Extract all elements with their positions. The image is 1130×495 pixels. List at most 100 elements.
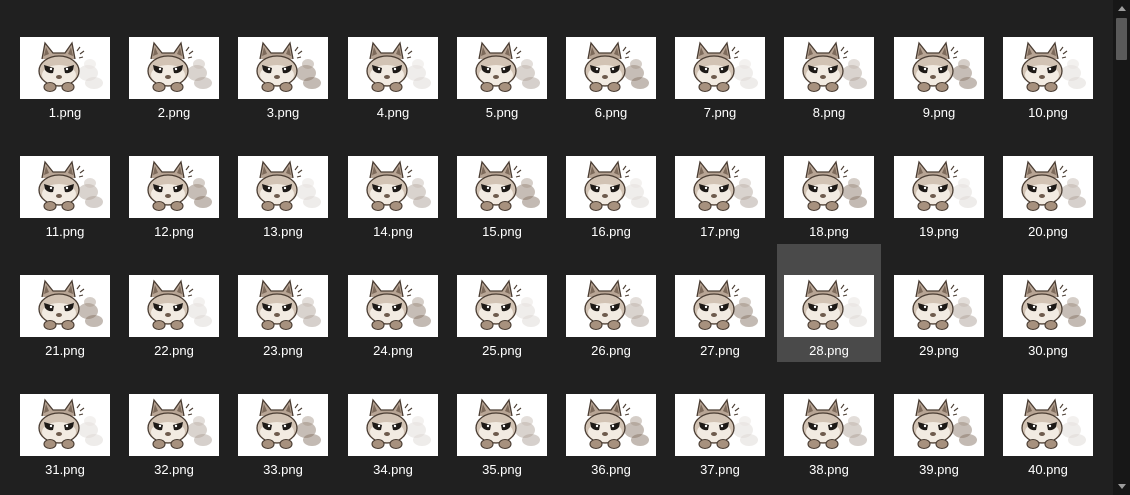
file-thumbnail[interactable] [675,37,765,99]
file-thumbnail[interactable] [20,156,110,218]
file-tile[interactable]: 25.png [450,244,554,362]
file-tile[interactable]: 10.png [996,6,1100,124]
scroll-up-arrow-icon[interactable] [1113,0,1130,17]
file-tile[interactable]: 34.png [341,363,445,481]
cat-sticker-icon [129,394,219,456]
file-tile[interactable]: 20.png [996,125,1100,243]
file-tile[interactable]: 38.png [777,363,881,481]
file-tile[interactable]: 39.png [887,363,991,481]
file-thumbnail[interactable] [238,394,328,456]
file-thumbnail[interactable] [348,275,438,337]
cat-sticker-icon [348,275,438,337]
cat-sticker-icon [566,156,656,218]
file-tile[interactable]: 23.png [231,244,335,362]
file-thumbnail[interactable] [675,394,765,456]
file-tile[interactable]: 40.png [996,363,1100,481]
file-tile[interactable]: 35.png [450,363,554,481]
file-thumbnail[interactable] [20,394,110,456]
file-thumbnail[interactable] [894,156,984,218]
file-thumbnail[interactable] [566,37,656,99]
file-thumbnail[interactable] [1003,394,1093,456]
file-thumbnail[interactable] [566,394,656,456]
file-tile[interactable]: 31.png [13,363,117,481]
file-thumbnail[interactable] [1003,37,1093,99]
file-thumbnail[interactable] [129,156,219,218]
file-thumbnail[interactable] [784,37,874,99]
file-thumbnail[interactable] [20,37,110,99]
file-thumbnail[interactable] [348,37,438,99]
cat-sticker-icon [784,156,874,218]
file-thumbnail[interactable] [566,275,656,337]
file-tile[interactable]: 12.png [122,125,226,243]
file-tile[interactable]: 3.png [231,6,335,124]
file-tile[interactable]: 7.png [668,6,772,124]
file-tile[interactable]: 22.png [122,244,226,362]
file-thumbnail[interactable] [457,394,547,456]
file-thumbnail[interactable] [348,156,438,218]
file-tile[interactable]: 27.png [668,244,772,362]
file-thumbnail[interactable] [784,394,874,456]
file-thumbnail[interactable] [20,275,110,337]
file-name-label: 27.png [700,343,740,358]
file-thumbnail[interactable] [238,275,328,337]
file-thumbnail[interactable] [457,275,547,337]
file-thumbnail[interactable] [129,37,219,99]
file-tile[interactable]: 14.png [341,125,445,243]
file-thumbnail[interactable] [1003,275,1093,337]
file-thumbnail[interactable] [129,394,219,456]
vertical-scrollbar[interactable] [1113,0,1130,495]
file-tile[interactable]: 8.png [777,6,881,124]
file-tile[interactable]: 9.png [887,6,991,124]
file-tile[interactable]: 29.png [887,244,991,362]
file-thumbnail[interactable] [894,37,984,99]
file-name-label: 2.png [157,105,191,120]
file-tile[interactable]: 17.png [668,125,772,243]
file-thumbnail[interactable] [894,394,984,456]
file-tile[interactable]: 26.png [559,244,663,362]
cat-sticker-icon [675,37,765,99]
file-name-label: 7.png [703,105,737,120]
scroll-down-arrow-icon[interactable] [1113,478,1130,495]
file-thumbnail[interactable] [784,156,874,218]
file-name-label: 17.png [700,224,740,239]
file-thumbnail[interactable] [784,275,874,337]
file-tile[interactable]: 19.png [887,125,991,243]
file-thumbnail[interactable] [675,156,765,218]
file-tile[interactable]: 24.png [341,244,445,362]
file-tile[interactable]: 6.png [559,6,663,124]
file-thumbnail[interactable] [1003,156,1093,218]
file-name-label: 34.png [373,462,413,477]
file-tile[interactable]: 30.png [996,244,1100,362]
file-tile[interactable]: 2.png [122,6,226,124]
file-thumbnail[interactable] [457,156,547,218]
file-tile[interactable]: 36.png [559,363,663,481]
file-tile[interactable]: 4.png [341,6,445,124]
file-tile[interactable]: 33.png [231,363,335,481]
file-tile[interactable]: 18.png [777,125,881,243]
file-tile[interactable]: 32.png [122,363,226,481]
file-tile[interactable]: 37.png [668,363,772,481]
file-thumbnail[interactable] [675,275,765,337]
cat-sticker-icon [894,156,984,218]
file-tile[interactable]: 5.png [450,6,554,124]
file-name-label: 8.png [812,105,846,120]
file-thumbnail[interactable] [566,156,656,218]
file-thumbnail[interactable] [348,394,438,456]
file-thumbnail[interactable] [238,37,328,99]
file-tile[interactable]: 1.png [13,6,117,124]
file-tile[interactable]: 15.png [450,125,554,243]
file-tile[interactable]: 11.png [13,125,117,243]
file-thumbnail[interactable] [129,275,219,337]
file-thumbnail[interactable] [894,275,984,337]
cat-sticker-icon [894,37,984,99]
file-name-label: 32.png [154,462,194,477]
cat-sticker-icon [1003,37,1093,99]
file-thumbnail[interactable] [457,37,547,99]
file-tile[interactable]: 21.png [13,244,117,362]
file-tile[interactable]: 16.png [559,125,663,243]
file-name-label: 23.png [263,343,303,358]
file-tile[interactable]: 13.png [231,125,335,243]
scrollbar-thumb[interactable] [1116,18,1127,60]
file-thumbnail[interactable] [238,156,328,218]
file-tile[interactable]: 28.png [777,244,881,362]
